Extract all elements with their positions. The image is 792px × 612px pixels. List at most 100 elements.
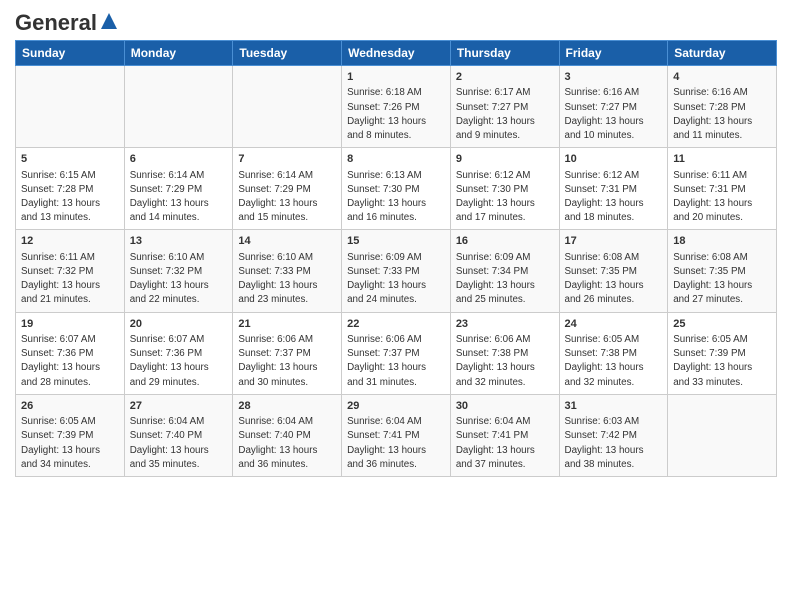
calendar-cell: 6Sunrise: 6:14 AM Sunset: 7:29 PM Daylig… [124,148,233,230]
week-row-3: 12Sunrise: 6:11 AM Sunset: 7:32 PM Dayli… [16,230,777,312]
day-info: Sunrise: 6:04 AM Sunset: 7:41 PM Dayligh… [456,415,554,472]
calendar-cell: 13 Sunrise: 6:10 AM Sunset: 7:32 PM Dayli… [124,230,233,312]
calendar-cell: 9 Sunrise: 6:12 AM Sunset: 7:30 PM Daylig… [450,148,559,230]
calendar-cell: 21Sunrise: 6:06 AM Sunset: 7:37 PM Dayli… [233,312,342,394]
calendar-cell: 15 Sunrise: 6:09 AM Sunset: 7:33 PM Dayli… [342,230,451,312]
day-number: 5 [21,152,119,167]
day-info: Sunrise: 6:07 AM Sunset: 7:36 PM Dayligh… [130,333,228,390]
day-number: 1 [347,70,445,85]
calendar-cell: 5 Sunrise: 6:15 AM Sunset: 7:28 PM Daylig… [16,148,125,230]
day-number: 4 [673,70,771,85]
day-header-saturday: Saturday [668,41,777,66]
calendar-cell [124,66,233,148]
day-number: 30 [456,399,554,414]
day-info: Sunrise: 6:18 AM Sunset: 7:26 PM Dayligh… [347,86,445,143]
calendar-cell: 27Sunrise: 6:04 AM Sunset: 7:40 PM Dayli… [124,394,233,476]
calendar-cell: 10 Sunrise: 6:12 AM Sunset: 7:31 PM Dayli… [559,148,668,230]
calendar-cell: 23Sunrise: 6:06 AM Sunset: 7:38 PM Dayli… [450,312,559,394]
day-info: Sunrise: 6:09 AM Sunset: 7:34 PM Dayligh… [456,251,554,308]
day-info: Sunrise: 6:09 AM Sunset: 7:33 PM Dayligh… [347,251,445,308]
day-number: 29 [347,399,445,414]
day-info: Sunrise: 6:04 AM Sunset: 7:41 PM Dayligh… [347,415,445,472]
day-header-tuesday: Tuesday [233,41,342,66]
calendar-cell: 20Sunrise: 6:07 AM Sunset: 7:36 PM Dayli… [124,312,233,394]
day-header-friday: Friday [559,41,668,66]
logo-general: General [15,10,97,36]
week-row-2: 5 Sunrise: 6:15 AM Sunset: 7:28 PM Daylig… [16,148,777,230]
day-number: 26 [21,399,119,414]
day-info: Sunrise: 6:16 AM Sunset: 7:27 PM Dayligh… [565,86,663,143]
day-number: 17 [565,234,663,249]
calendar-cell: 30Sunrise: 6:04 AM Sunset: 7:41 PM Dayli… [450,394,559,476]
day-number: 9 [456,152,554,167]
day-number: 31 [565,399,663,414]
calendar-cell: 16 Sunrise: 6:09 AM Sunset: 7:34 PM Dayli… [450,230,559,312]
day-number: 14 [238,234,336,249]
calendar-cell: 8 Sunrise: 6:13 AM Sunset: 7:30 PM Daylig… [342,148,451,230]
day-number: 2 [456,70,554,85]
day-number: 16 [456,234,554,249]
day-number: 20 [130,317,228,332]
calendar-cell: 19Sunrise: 6:07 AM Sunset: 7:36 PM Dayli… [16,312,125,394]
day-info: Sunrise: 6:04 AM Sunset: 7:40 PM Dayligh… [238,415,336,472]
calendar-cell: 22Sunrise: 6:06 AM Sunset: 7:37 PM Dayli… [342,312,451,394]
day-number: 19 [21,317,119,332]
day-info: Sunrise: 6:03 AM Sunset: 7:42 PM Dayligh… [565,415,663,472]
day-info: Sunrise: 6:05 AM Sunset: 7:38 PM Dayligh… [565,333,663,390]
calendar-cell [233,66,342,148]
day-number: 8 [347,152,445,167]
day-number: 25 [673,317,771,332]
week-row-5: 26Sunrise: 6:05 AM Sunset: 7:39 PM Dayli… [16,394,777,476]
day-info: Sunrise: 6:08 AM Sunset: 7:35 PM Dayligh… [673,251,771,308]
calendar-cell: 24Sunrise: 6:05 AM Sunset: 7:38 PM Dayli… [559,312,668,394]
day-number: 11 [673,152,771,167]
calendar-cell: 17 Sunrise: 6:08 AM Sunset: 7:35 PM Dayli… [559,230,668,312]
day-info: Sunrise: 6:11 AM Sunset: 7:31 PM Dayligh… [673,169,771,226]
day-info: Sunrise: 6:08 AM Sunset: 7:35 PM Dayligh… [565,251,663,308]
calendar-cell: 7 Sunrise: 6:14 AM Sunset: 7:29 PM Daylig… [233,148,342,230]
day-header-wednesday: Wednesday [342,41,451,66]
logo-icon [99,11,119,31]
day-header-monday: Monday [124,41,233,66]
day-number: 6 [130,152,228,167]
day-info: Sunrise: 6:11 AM Sunset: 7:32 PM Dayligh… [21,251,119,308]
day-info: Sunrise: 6:05 AM Sunset: 7:39 PM Dayligh… [21,415,119,472]
day-number: 10 [565,152,663,167]
calendar-cell: 28Sunrise: 6:04 AM Sunset: 7:40 PM Dayli… [233,394,342,476]
day-info: Sunrise: 6:10 AM Sunset: 7:32 PM Dayligh… [130,251,228,308]
day-number: 18 [673,234,771,249]
day-number: 15 [347,234,445,249]
day-info: Sunrise: 6:12 AM Sunset: 7:31 PM Dayligh… [565,169,663,226]
week-row-4: 19Sunrise: 6:07 AM Sunset: 7:36 PM Dayli… [16,312,777,394]
calendar-cell: 3Sunrise: 6:16 AM Sunset: 7:27 PM Daylig… [559,66,668,148]
calendar-cell: 1Sunrise: 6:18 AM Sunset: 7:26 PM Daylig… [342,66,451,148]
day-info: Sunrise: 6:12 AM Sunset: 7:30 PM Dayligh… [456,169,554,226]
day-info: Sunrise: 6:04 AM Sunset: 7:40 PM Dayligh… [130,415,228,472]
day-number: 23 [456,317,554,332]
day-info: Sunrise: 6:14 AM Sunset: 7:29 PM Dayligh… [238,169,336,226]
calendar-cell [16,66,125,148]
calendar-cell: 31Sunrise: 6:03 AM Sunset: 7:42 PM Dayli… [559,394,668,476]
day-info: Sunrise: 6:06 AM Sunset: 7:37 PM Dayligh… [238,333,336,390]
calendar-cell: 12Sunrise: 6:11 AM Sunset: 7:32 PM Dayli… [16,230,125,312]
calendar-cell: 2Sunrise: 6:17 AM Sunset: 7:27 PM Daylig… [450,66,559,148]
day-info: Sunrise: 6:17 AM Sunset: 7:27 PM Dayligh… [456,86,554,143]
day-info: Sunrise: 6:13 AM Sunset: 7:30 PM Dayligh… [347,169,445,226]
day-header-thursday: Thursday [450,41,559,66]
header: General [15,10,777,32]
day-info: Sunrise: 6:07 AM Sunset: 7:36 PM Dayligh… [21,333,119,390]
day-number: 13 [130,234,228,249]
day-number: 24 [565,317,663,332]
day-number: 3 [565,70,663,85]
day-info: Sunrise: 6:06 AM Sunset: 7:38 PM Dayligh… [456,333,554,390]
calendar-cell: 29Sunrise: 6:04 AM Sunset: 7:41 PM Dayli… [342,394,451,476]
page-container: General SundayMondayTuesdayWednesdayThur… [0,0,792,487]
day-info: Sunrise: 6:15 AM Sunset: 7:28 PM Dayligh… [21,169,119,226]
calendar-cell: 4Sunrise: 6:16 AM Sunset: 7:28 PM Daylig… [668,66,777,148]
day-header-sunday: Sunday [16,41,125,66]
calendar-cell: 11 Sunrise: 6:11 AM Sunset: 7:31 PM Dayli… [668,148,777,230]
calendar-cell: 25Sunrise: 6:05 AM Sunset: 7:39 PM Dayli… [668,312,777,394]
day-info: Sunrise: 6:05 AM Sunset: 7:39 PM Dayligh… [673,333,771,390]
day-number: 7 [238,152,336,167]
day-number: 21 [238,317,336,332]
